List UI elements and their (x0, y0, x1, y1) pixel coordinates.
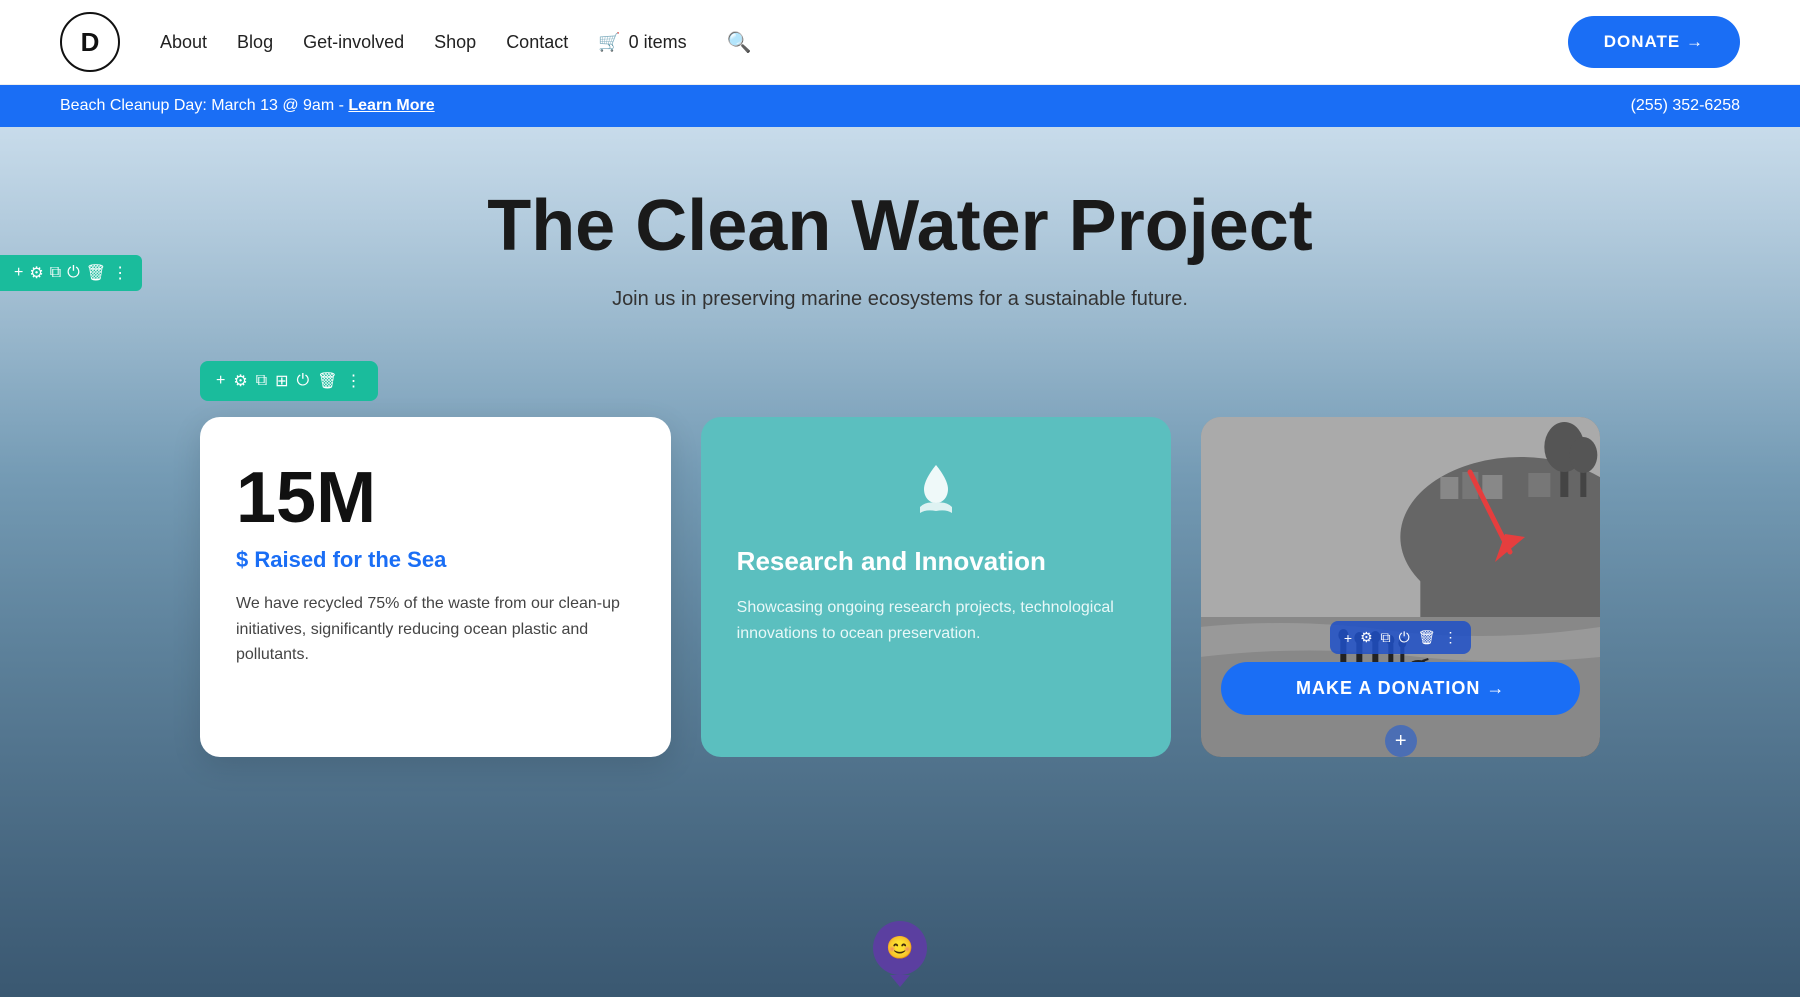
cards-row: 15M $ Raised for the Sea We have recycle… (0, 417, 1800, 757)
photo-card-toolbar: + ⚙ ⧉ ⏻ 🗑 ⋮ (1330, 621, 1472, 654)
chat-emoji: 😊 (886, 935, 913, 961)
nav-get-involved[interactable]: Get-involved (303, 32, 404, 53)
photo-power-icon[interactable]: ⏻ (1399, 629, 1410, 646)
photo-delete-icon[interactable]: 🗑 (1418, 629, 1436, 646)
section-delete-icon[interactable]: 🗑 (317, 371, 337, 391)
search-icon[interactable]: 🔍 (727, 30, 752, 55)
editor-toolbar-top: + ⚙ ⧉ ⏻ 🗑 ⋮ (0, 255, 142, 291)
photo-duplicate-icon[interactable]: ⧉ (1381, 629, 1391, 646)
section-grid-icon[interactable]: ⊞ (275, 371, 288, 391)
announcement-bar: Beach Cleanup Day: March 13 @ 9am - Lear… (0, 85, 1800, 127)
section-duplicate-icon[interactable]: ⧉ (256, 372, 267, 390)
duplicate-icon[interactable]: ⧉ (50, 264, 61, 282)
make-donation-button[interactable]: MAKE A DONATION → (1221, 662, 1580, 715)
hero-content: The Clean Water Project Join us in prese… (447, 187, 1353, 361)
photo-card: + ⚙ ⧉ ⏻ 🗑 ⋮ MAKE A DONATION → + (1201, 417, 1600, 757)
water-icon (737, 457, 1136, 527)
photo-add-icon[interactable]: + (1344, 630, 1352, 646)
stat-subtitle: $ Raised for the Sea (236, 547, 635, 573)
nav-about[interactable]: About (160, 32, 207, 53)
settings-icon[interactable]: ⚙ (29, 263, 43, 283)
nav-blog[interactable]: Blog (237, 32, 273, 53)
add-block-icon[interactable]: + (14, 264, 23, 282)
chat-avatar[interactable]: 😊 (873, 921, 927, 975)
add-block-button[interactable]: + (1385, 725, 1417, 757)
section-settings-icon[interactable]: ⚙ (233, 371, 247, 391)
red-arrow (1450, 462, 1540, 577)
nav-contact[interactable]: Contact (506, 32, 568, 53)
photo-card-bottom: + ⚙ ⧉ ⏻ 🗑 ⋮ MAKE A DONATION → + (1201, 621, 1600, 757)
learn-more-link[interactable]: Learn More (348, 97, 434, 114)
section-toolbar: + ⚙ ⧉ ⊞ ⏻ 🗑 ⋮ (200, 361, 378, 401)
header-left: D About Blog Get-involved Shop Contact 🛒… (60, 12, 752, 72)
chat-bubble[interactable]: 😊 (873, 921, 927, 987)
header: D About Blog Get-involved Shop Contact 🛒… (0, 0, 1800, 85)
delete-icon[interactable]: 🗑 (86, 263, 106, 283)
section-more-icon[interactable]: ⋮ (346, 371, 362, 391)
logo[interactable]: D (60, 12, 120, 72)
section-power-icon[interactable]: ⏻ (297, 372, 310, 390)
cart-count: 0 items (629, 32, 687, 53)
chat-tip (890, 975, 910, 987)
hero-section: + ⚙ ⧉ ⏻ 🗑 ⋮ The Clean Water Project Join… (0, 127, 1800, 997)
hero-subtitle: Join us in preserving marine ecosystems … (487, 288, 1313, 311)
section-add-icon[interactable]: + (216, 372, 225, 390)
innovation-card: Research and Innovation Showcasing ongoi… (701, 417, 1172, 757)
more-icon[interactable]: ⋮ (112, 263, 128, 283)
donate-button[interactable]: DONATE → (1568, 16, 1740, 68)
innovation-description: Showcasing ongoing research projects, te… (737, 595, 1136, 646)
cart-button[interactable]: 🛒 0 items (598, 32, 686, 53)
stat-number: 15M (236, 457, 635, 539)
donation-label: MAKE A DONATION → (1296, 678, 1505, 699)
cart-icon: 🛒 (598, 32, 620, 53)
announcement-message: Beach Cleanup Day: March 13 @ 9am - (60, 97, 348, 114)
hero-title: The Clean Water Project (487, 187, 1313, 266)
announcement-text: Beach Cleanup Day: March 13 @ 9am - Lear… (60, 97, 435, 115)
stat-card: 15M $ Raised for the Sea We have recycle… (200, 417, 671, 757)
logo-letter: D (81, 27, 100, 58)
photo-settings-icon[interactable]: ⚙ (1360, 629, 1373, 646)
innovation-title: Research and Innovation (737, 545, 1136, 579)
nav-shop[interactable]: Shop (434, 32, 476, 53)
main-nav: About Blog Get-involved Shop Contact 🛒 0… (160, 30, 752, 55)
power-icon[interactable]: ⏻ (67, 264, 80, 282)
photo-more-icon[interactable]: ⋮ (1443, 629, 1457, 646)
stat-description: We have recycled 75% of the waste from o… (236, 591, 635, 668)
phone-number: (255) 352-6258 (1631, 97, 1740, 115)
donate-label: DONATE → (1604, 32, 1704, 52)
